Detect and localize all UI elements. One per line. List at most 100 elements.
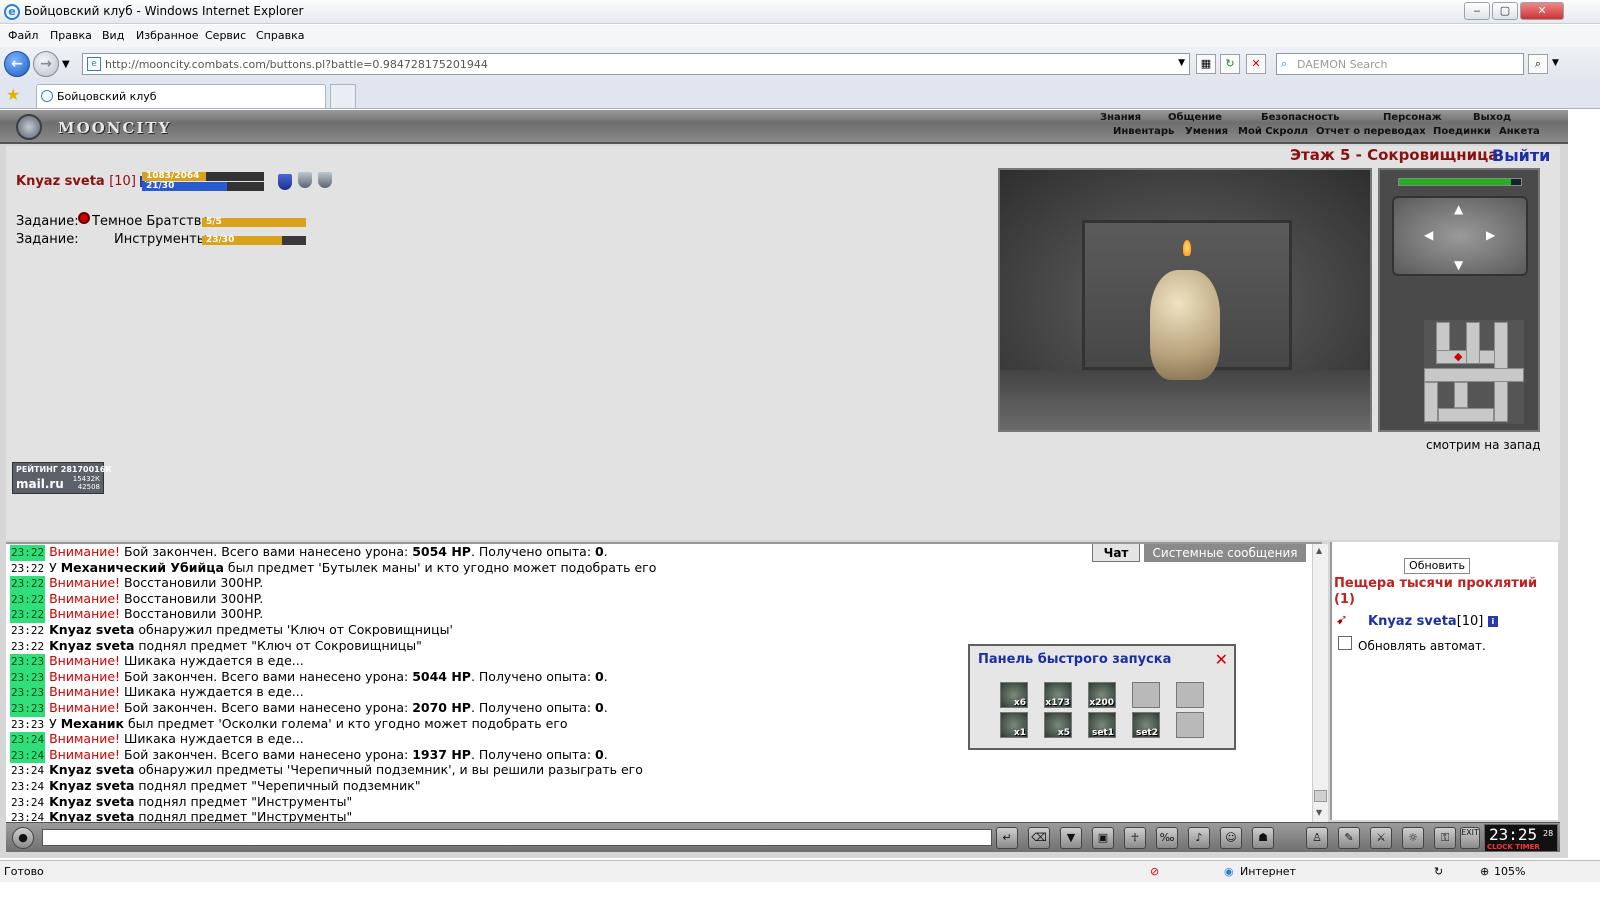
search-options-icon[interactable]: ▼ [1552,58,1559,68]
chat-timestamp[interactable]: 23:23 [10,700,46,717]
menu-favorites[interactable]: Избранное [136,29,198,42]
chat-timestamp[interactable]: 23:23 [10,685,46,701]
player-name[interactable]: Knyaz sveta [10] i [16,174,151,189]
scroll-thumb[interactable] [1314,790,1327,802]
chat-emphasis[interactable]: Knyaz sveta [49,794,134,809]
search-input[interactable]: ⌕ DAEMON Search [1276,53,1524,75]
chat-timestamp[interactable]: 23:22 [10,638,46,655]
mailru-rating-counter[interactable]: РЕЙТИНГ 28170016К mail.ru 15432К 42508 [12,462,112,494]
tab-chat[interactable]: Чат [1092,544,1140,562]
subnav-my-scroll[interactable]: Мой Скролл [1238,126,1308,137]
refresh-button[interactable]: Обновить [1404,558,1470,574]
turn-right-icon[interactable]: ▶ [1486,228,1495,242]
menu-view[interactable]: Вид [102,29,124,42]
translit-icon[interactable]: ‰ [1156,827,1178,849]
chat-emphasis[interactable]: Knyaz sveta [49,638,134,653]
stop-icon[interactable]: ✕ [1246,54,1266,74]
chat-message-input[interactable] [42,829,992,846]
chat-emphasis[interactable]: 2070 HP [412,700,471,715]
chat-emphasis[interactable]: 0 [595,669,604,684]
users-icon[interactable]: ☗ [1252,827,1274,849]
quick-slot[interactable]: x5 [1044,712,1072,738]
chat-emphasis[interactable]: 0 [595,700,604,715]
chat-timestamp[interactable]: 23:24 [10,732,46,748]
chat-emphasis[interactable]: 5054 HP [412,544,471,559]
chat-emphasis[interactable]: Механик [61,716,124,731]
quick-slot[interactable]: x200 [1088,682,1116,708]
compat-view-icon[interactable]: ▦ [1196,54,1216,74]
move-forward-icon[interactable]: ▲ [1454,202,1463,216]
clan-badge-icon[interactable] [278,174,292,190]
chat-timestamp[interactable]: 23:22 [10,576,46,592]
chat-emphasis[interactable]: 0 [595,544,604,559]
movement-compass[interactable]: ▲ ▼ ◀ ▶ [1392,196,1528,276]
quick-slot[interactable] [1132,682,1160,708]
fighter-icon[interactable]: ☥ [1124,827,1146,849]
exit-icon[interactable]: EXIT [1460,827,1480,849]
inventory-icon[interactable]: ☼ [1402,827,1424,849]
menu-tools[interactable]: Сервис [205,29,246,42]
chat-timestamp[interactable]: 23:23 [10,716,46,733]
quest-2-name[interactable]: Инструменты [114,232,207,247]
dungeon-view[interactable] [998,168,1372,432]
nav-knowledge[interactable]: Знания [1100,112,1141,123]
move-back-icon[interactable]: ▼ [1454,258,1463,272]
exit-dungeon-link[interactable]: Выйти [1492,146,1550,165]
back-arrow-icon[interactable]: ← [4,51,30,77]
favorites-star-icon[interactable]: ★ [6,85,20,104]
chat-timestamp[interactable]: 23:23 [10,654,46,670]
chat-timestamp[interactable]: 23:24 [10,794,46,811]
quick-slot[interactable]: set2 [1132,712,1160,738]
turn-left-icon[interactable]: ◀ [1424,228,1433,242]
chat-timestamp[interactable]: 23:24 [10,763,46,779]
smiley-icon[interactable]: ☺ [1220,827,1242,849]
location-user[interactable]: Knyaz sveta[10] i [1368,614,1498,629]
chat-timestamp[interactable]: 23:23 [10,669,46,686]
subnav-transfer-report[interactable]: Отчет о переводах [1316,126,1426,137]
sound-icon[interactable]: ♪ [1188,827,1210,849]
quick-slot[interactable]: set1 [1088,712,1116,738]
nav-communication[interactable]: Общение [1168,112,1222,123]
quick-slot[interactable]: x173 [1044,682,1072,708]
align-badge-icon[interactable] [298,172,312,188]
scroll-icon[interactable]: ✎ [1338,827,1360,849]
refresh-icon[interactable]: ↻ [1220,54,1240,74]
subnav-duels[interactable]: Поединки [1433,126,1491,137]
battle-icon[interactable]: ⚔ [1370,827,1392,849]
nav-exit[interactable]: Выход [1473,112,1511,123]
filter-icon[interactable]: ▼ [1060,827,1082,849]
tab-boytsovsky-klub[interactable]: Бойцовский клуб [36,84,326,108]
history-dropdown-icon[interactable]: ▼ [62,59,70,70]
tab-system-messages[interactable]: Системные сообщения [1144,544,1306,562]
chat-emphasis[interactable]: Knyaz sveta [49,622,134,637]
chat-timestamp[interactable]: 23:22 [10,622,46,639]
save-log-icon[interactable]: ▣ [1092,827,1114,849]
send-icon[interactable]: ↵ [996,827,1018,849]
chat-timestamp[interactable]: 23:24 [10,810,46,822]
auto-refresh-checkbox[interactable] [1338,636,1352,650]
nav-character[interactable]: Персонаж [1383,112,1442,123]
chat-timestamp[interactable]: 23:22 [10,560,46,577]
scroll-down-icon[interactable]: ▼ [1316,808,1322,817]
chat-timestamp[interactable]: 23:24 [10,778,46,795]
nav-security[interactable]: Безопасность [1261,112,1340,123]
chat-emphasis[interactable]: Knyaz sveta [49,762,134,777]
eraser-icon[interactable]: ⌫ [1028,827,1050,849]
chat-emphasis[interactable]: 5044 HP [412,669,471,684]
chat-mode-icon[interactable]: ● [12,827,34,849]
minimize-button[interactable]: ‒ [1464,2,1490,20]
chat-emphasis[interactable]: Механический Убийца [61,560,224,575]
chat-scrollbar[interactable]: ▲ ▼ [1312,544,1328,822]
address-bar[interactable]: e http://mooncity.combats.com/buttons.pl… [82,53,1190,75]
lock-icon[interactable]: ⚿ [1434,827,1456,849]
subnav-profile[interactable]: Анкета [1499,126,1540,137]
chat-emphasis[interactable]: Knyaz sveta [49,778,134,793]
menu-edit[interactable]: Правка [50,29,92,42]
menu-file[interactable]: Файл [8,29,38,42]
protected-mode-icon[interactable]: ↻ [1434,865,1443,878]
chat-emphasis[interactable]: 0 [595,747,604,762]
maximize-button[interactable]: ▢ [1492,2,1518,20]
rank-badge-icon[interactable] [318,172,332,188]
new-tab-button[interactable] [330,84,356,108]
info-icon[interactable]: i [1487,616,1498,627]
